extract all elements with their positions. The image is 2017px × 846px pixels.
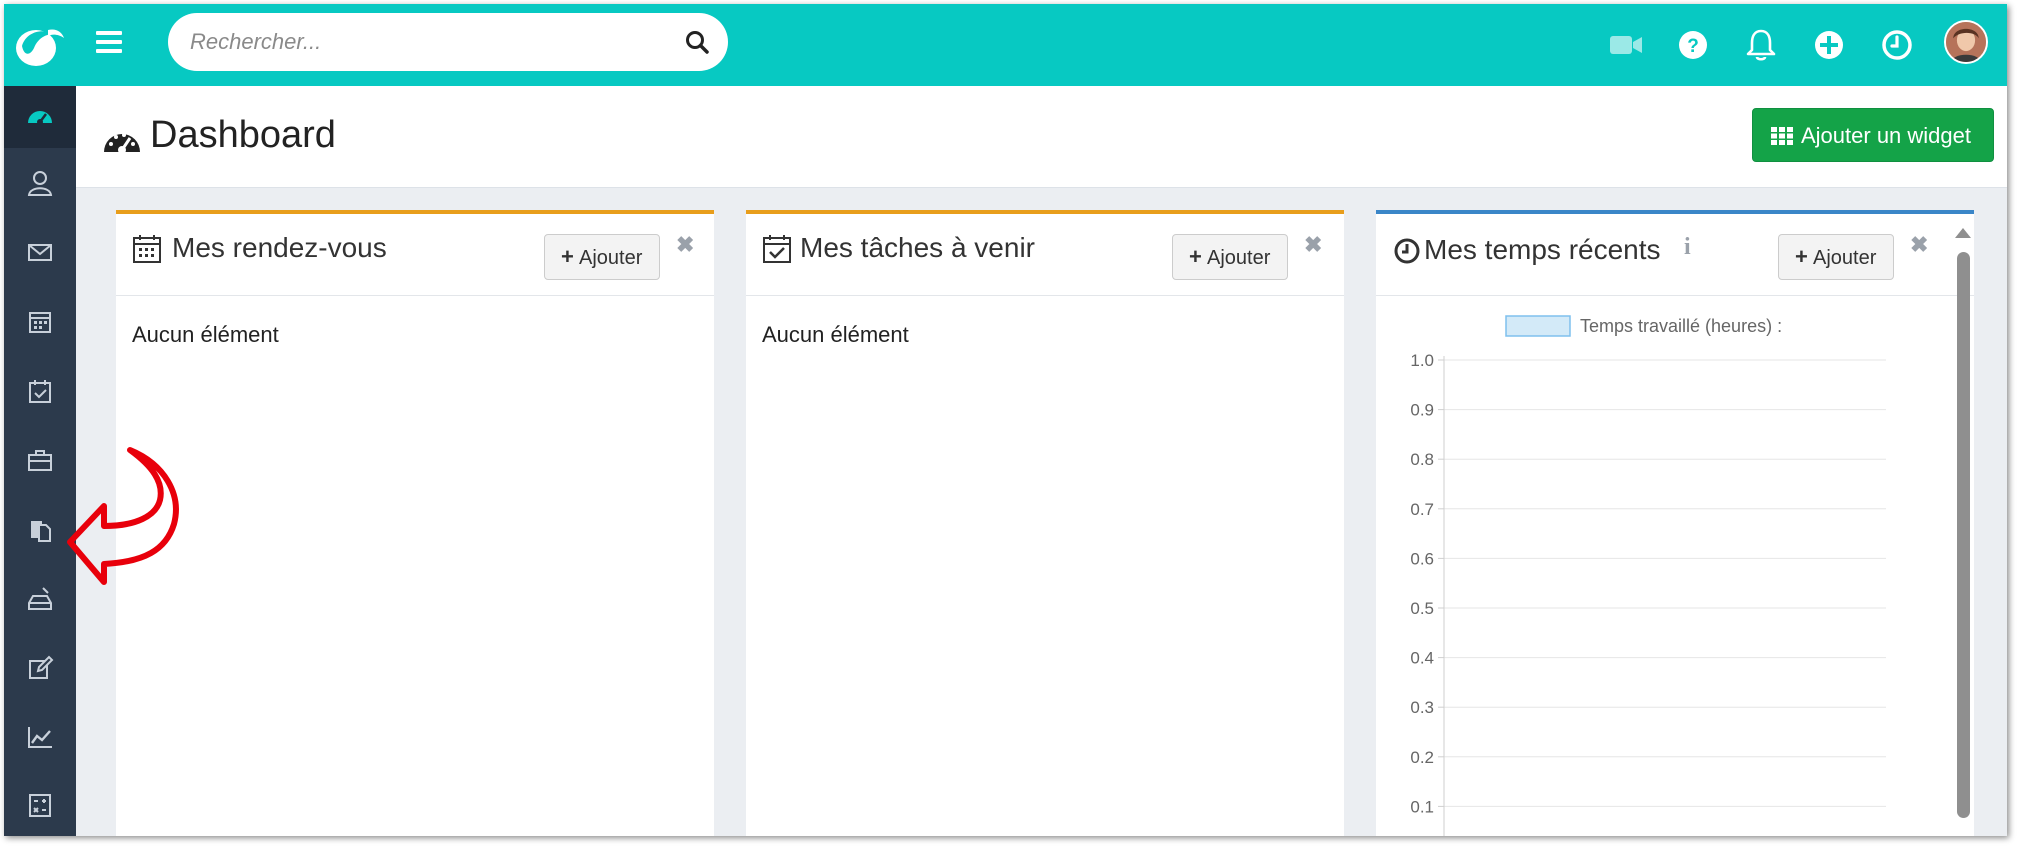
calculator-icon	[29, 794, 51, 817]
dashboard-icon	[104, 133, 140, 154]
bell-icon[interactable]	[1742, 26, 1780, 64]
info-icon[interactable]: i	[1684, 234, 1691, 261]
y-tick-label: 0.3	[1410, 698, 1434, 717]
widget-appointments: Mes rendez-vous + Ajouter ✖ Aucun élément	[116, 210, 714, 836]
add-label: Ajouter	[1207, 247, 1271, 269]
add-widget-button[interactable]: Ajouter un widget	[1752, 108, 1994, 162]
search-input[interactable]	[190, 13, 660, 71]
edit-icon	[29, 655, 54, 679]
empty-message: Aucun élément	[132, 322, 279, 347]
widget-tasks: Mes tâches à venir + Ajouter ✖ Aucun élém…	[746, 210, 1344, 836]
sidebar-item-reports[interactable]	[4, 706, 76, 768]
widget-header: Mes tâches à venir + Ajouter ✖	[746, 214, 1344, 296]
menu-toggle-button[interactable]	[96, 31, 122, 53]
contacts-icon	[27, 171, 53, 196]
y-tick-label: 0.7	[1410, 500, 1434, 519]
close-icon[interactable]: ✖	[676, 232, 694, 258]
chart-icon	[28, 727, 52, 748]
sidebar-item-calculator[interactable]	[4, 774, 76, 836]
time-chart: Temps travaillé (heures) : 1.0 0.9 0.8 0.7 0…	[1410, 315, 1886, 836]
chart-grid	[1438, 356, 1886, 836]
widget-title: Mes rendez-vous	[172, 232, 387, 263]
legend-label: Temps travaillé (heures) :	[1580, 316, 1782, 336]
add-time-button[interactable]: + Ajouter	[1778, 234, 1894, 280]
y-tick-label: 1.0	[1410, 351, 1434, 370]
search-bar	[168, 13, 728, 71]
user-avatar[interactable]	[1944, 20, 1988, 64]
briefcase-icon	[28, 450, 52, 471]
documents-icon	[31, 521, 51, 542]
sidebar-item-dashboard[interactable]	[4, 86, 76, 148]
y-tick-label: 0.9	[1410, 401, 1434, 420]
close-icon[interactable]: ✖	[1910, 232, 1928, 258]
widget-header: Mes rendez-vous + Ajouter ✖	[116, 214, 714, 296]
logo-icon[interactable]	[12, 22, 68, 70]
clock-icon[interactable]	[1878, 26, 1916, 64]
y-tick-label: 0.5	[1410, 599, 1434, 618]
add-appointment-button[interactable]: + Ajouter	[544, 234, 660, 280]
app-window: ?	[4, 4, 2007, 836]
sidebar-item-contacts[interactable]	[4, 152, 76, 214]
scroll-up-arrow[interactable]	[1955, 228, 1971, 238]
sidebar-item-edit[interactable]	[4, 637, 76, 699]
plus-circle-icon[interactable]	[1810, 26, 1848, 64]
y-tick-label: 0.6	[1410, 549, 1434, 568]
grid-icon	[1771, 127, 1793, 145]
mail-icon	[28, 244, 52, 261]
video-icon[interactable]	[1608, 26, 1646, 64]
add-label: Ajouter	[1813, 247, 1877, 269]
widget-recent-times: Mes temps récents i + Ajouter ✖ Temps tra…	[1376, 210, 1974, 836]
y-tick-label: 0.1	[1410, 797, 1434, 816]
add-widget-label: Ajouter un widget	[1801, 123, 1971, 148]
calendar-icon	[29, 312, 51, 333]
tasks-icon	[29, 380, 51, 403]
clock-icon	[1394, 238, 1420, 264]
sidebar-item-tasks[interactable]	[4, 360, 76, 422]
sidebar-item-mail[interactable]	[4, 221, 76, 283]
add-label: Ajouter	[579, 247, 643, 269]
widget-header: Mes temps récents i + Ajouter ✖	[1376, 214, 1974, 296]
y-tick-label: 0.4	[1410, 649, 1434, 668]
page-header: Dashboard Ajouter un widget	[76, 86, 2007, 188]
chart-y-axis: 1.00.90.80.70.60.50.40.30.20.10	[1410, 351, 1434, 816]
calendar-icon	[133, 235, 161, 263]
dashboard-icon	[28, 111, 52, 125]
close-icon[interactable]: ✖	[1304, 232, 1322, 258]
widget-title: Mes temps récents	[1424, 234, 1661, 265]
inbox-icon	[28, 587, 52, 610]
sidebar-item-calendar[interactable]	[4, 290, 76, 352]
add-task-button[interactable]: + Ajouter	[1172, 234, 1288, 280]
help-icon[interactable]: ?	[1674, 26, 1712, 64]
search-icon[interactable]	[684, 29, 710, 55]
top-bar: ?	[4, 4, 2007, 86]
widget-title: Mes tâches à venir	[800, 232, 1035, 263]
scrollbar-thumb[interactable]	[1957, 252, 1970, 818]
svg-text:?: ?	[1687, 36, 1699, 57]
page-title: Dashboard	[150, 114, 336, 156]
annotation-arrow	[67, 447, 179, 585]
y-tick-label: 0.2	[1410, 748, 1434, 767]
empty-message: Aucun élément	[762, 322, 909, 347]
tasks-icon	[763, 235, 791, 263]
y-tick-label: 0.8	[1410, 450, 1434, 469]
legend-swatch	[1505, 315, 1571, 337]
